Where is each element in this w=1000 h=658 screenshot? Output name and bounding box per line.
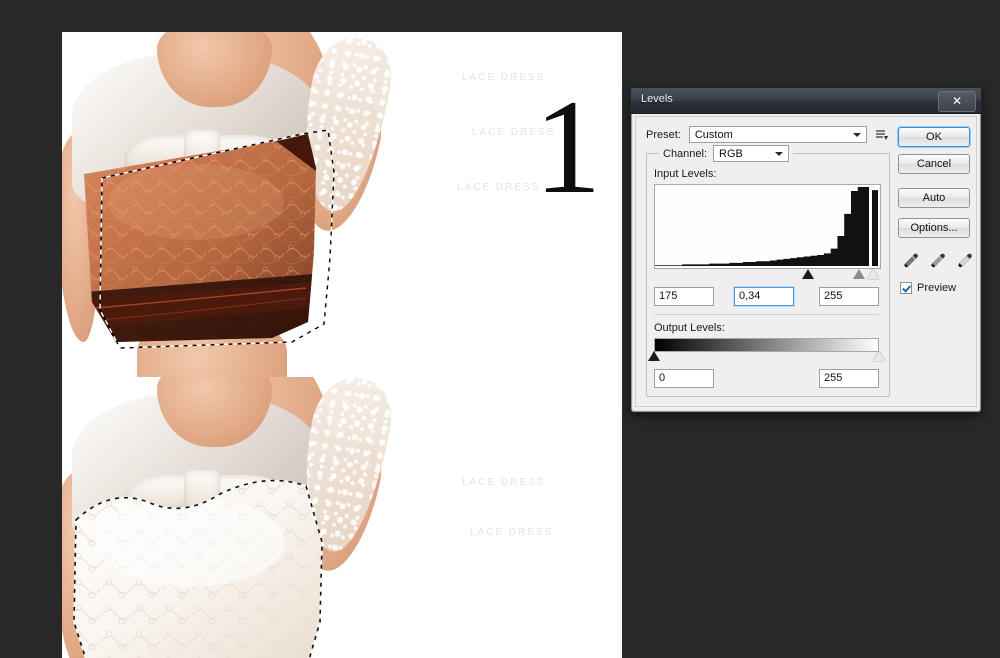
chevron-down-icon <box>852 132 861 137</box>
set-gray-point-eyedropper[interactable] <box>929 252 947 270</box>
close-icon[interactable]: ✕ <box>938 91 976 112</box>
step-number-1: 1 <box>534 73 602 222</box>
auto-button[interactable]: Auto <box>898 188 970 208</box>
watermark-text: LACE DRESS <box>457 182 541 193</box>
output-slider-track[interactable] <box>648 351 885 363</box>
input-white-point-slider[interactable] <box>867 269 880 279</box>
output-levels-label: Output Levels: <box>654 322 725 334</box>
levels-dialog[interactable]: Levels ✕ Preset: Custom Channel: RGB Inp… <box>630 87 982 413</box>
input-levels-group: Channel: RGB Input Levels: 175 0,34 255 … <box>646 145 890 397</box>
output-levels-gradient <box>654 338 879 352</box>
figure-illustration-2: LACE DRESS LACE DRESS <box>62 377 622 658</box>
preset-row: Preset: Custom <box>646 126 889 143</box>
selection-marquee-1 <box>76 128 346 368</box>
options-button[interactable]: Options... <box>898 218 970 238</box>
dialog-title: Levels <box>641 93 673 105</box>
output-white-point-slider[interactable] <box>873 351 885 361</box>
preset-label: Preset: <box>646 128 681 141</box>
dialog-titlebar[interactable]: Levels ✕ <box>631 88 981 114</box>
preview-checkbox[interactable] <box>900 282 912 294</box>
ok-button[interactable]: OK <box>898 127 970 147</box>
histogram-chart[interactable] <box>654 184 881 269</box>
photo-step-1[interactable]: LACE DRESS LACE DRESS LACE DRESS 1 <box>62 32 622 377</box>
selection-marquee-2 <box>70 472 340 658</box>
document-canvas[interactable]: LACE DRESS LACE DRESS LACE DRESS 1 LACE … <box>62 32 622 658</box>
watermark-text: LACE DRESS <box>462 477 546 488</box>
input-white-point-field[interactable]: 255 <box>819 287 879 306</box>
watermark-text: LACE DRESS <box>462 72 546 83</box>
channel-value: RGB <box>719 147 743 160</box>
input-gray-point-slider[interactable] <box>852 269 865 279</box>
cancel-button[interactable]: Cancel <box>898 154 970 174</box>
preset-options-menu-icon[interactable] <box>875 128 889 142</box>
chevron-down-icon <box>775 151 784 156</box>
channel-row: Channel: RGB <box>659 145 794 162</box>
channel-dropdown[interactable]: RGB <box>713 145 790 162</box>
output-white-point-field[interactable]: 255 <box>819 369 879 388</box>
input-slider-track[interactable] <box>654 269 880 281</box>
preview-toggle[interactable]: Preview <box>900 282 956 294</box>
preview-label: Preview <box>917 282 957 294</box>
input-black-point-slider[interactable] <box>802 269 815 279</box>
figure-illustration-1: LACE DRESS LACE DRESS LACE DRESS 1 <box>62 32 622 377</box>
output-black-point-slider[interactable] <box>648 351 660 361</box>
section-divider <box>654 314 879 315</box>
set-white-point-eyedropper[interactable] <box>956 252 974 270</box>
histogram-svg <box>655 185 878 266</box>
preset-dropdown[interactable]: Custom <box>688 126 867 143</box>
input-levels-label: Input Levels: <box>654 168 717 180</box>
input-gamma-field[interactable]: 0,34 <box>734 287 794 306</box>
preset-value: Custom <box>694 128 733 141</box>
dialog-body: Preset: Custom Channel: RGB Input Levels… <box>635 116 977 407</box>
channel-label: Channel: <box>663 147 708 160</box>
output-black-point-field[interactable]: 0 <box>654 369 714 388</box>
input-black-point-field[interactable]: 175 <box>654 287 714 306</box>
eyedropper-group <box>902 251 974 271</box>
watermark-text: LACE DRESS <box>470 527 554 538</box>
photo-step-2[interactable]: LACE DRESS LACE DRESS <box>62 377 622 658</box>
set-black-point-eyedropper[interactable] <box>902 252 920 270</box>
